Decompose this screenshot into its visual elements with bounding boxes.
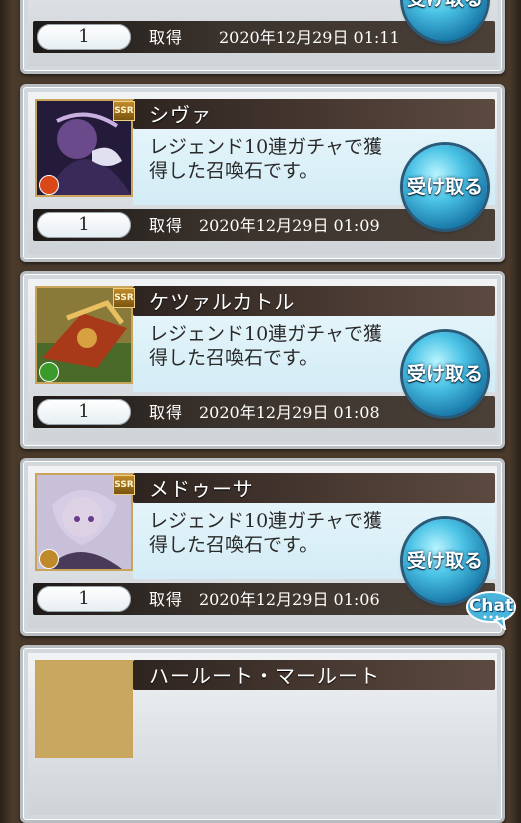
count-field[interactable]: 1 (37, 586, 131, 612)
chat-label: Chat (468, 596, 514, 616)
summon-name: ケツァルカトル (149, 290, 296, 314)
summon-name: シヴァ (149, 103, 212, 127)
fire-element-icon (39, 175, 59, 195)
present-item: メドゥーサ レジェンド10連ガチャで獲得した召喚石です。 SSR 1 取得 20… (20, 458, 505, 636)
acquired-date: 2020年12月29日 01:09 (199, 216, 380, 235)
summon-name: メドゥーサ (149, 477, 254, 501)
wind-element-icon (39, 362, 59, 382)
present-item: 1 取得 2020年12月29日 01:11 受け取る (20, 0, 505, 74)
summon-description: レジェンド10連ガチャで獲得した召喚石です。 (149, 510, 382, 556)
earth-element-icon (39, 549, 59, 569)
summon-thumbnail[interactable] (35, 660, 133, 758)
summon-description: レジェンド10連ガチャで獲得した召喚石です。 (149, 323, 382, 369)
summon-description: レジェンド10連ガチャで獲得した召喚石です。 (149, 136, 382, 182)
present-item: シヴァ レジェンド10連ガチャで獲得した召喚石です。 SSR 1 取得 2020… (20, 84, 505, 262)
receive-button[interactable]: 受け取る (403, 145, 487, 229)
acquired-label: 取得 (149, 590, 184, 609)
chat-button[interactable]: Chat (465, 590, 517, 632)
acquired-label: 取得 (149, 28, 184, 47)
acquired-date: 2020年12月29日 01:08 (199, 403, 380, 422)
acquired-label: 取得 (149, 403, 184, 422)
count-field[interactable]: 1 (37, 399, 131, 425)
count-field[interactable]: 1 (37, 212, 131, 238)
present-item: ケツァルカトル レジェンド10連ガチャで獲得した召喚石です。 SSR 1 取得 … (20, 271, 505, 449)
receive-button[interactable]: 受け取る (403, 332, 487, 416)
rarity-badge: SSR (113, 101, 135, 121)
summon-name: ハールート・マールート (149, 664, 380, 688)
count-field[interactable]: 1 (37, 24, 131, 50)
acquired-date: 2020年12月29日 01:11 (219, 28, 400, 47)
rarity-badge: SSR (113, 475, 135, 495)
acquired-label: 取得 (149, 216, 184, 235)
acquired-date: 2020年12月29日 01:06 (199, 590, 380, 609)
rarity-badge: SSR (113, 288, 135, 308)
present-item: ハールート・マールート (20, 645, 505, 823)
